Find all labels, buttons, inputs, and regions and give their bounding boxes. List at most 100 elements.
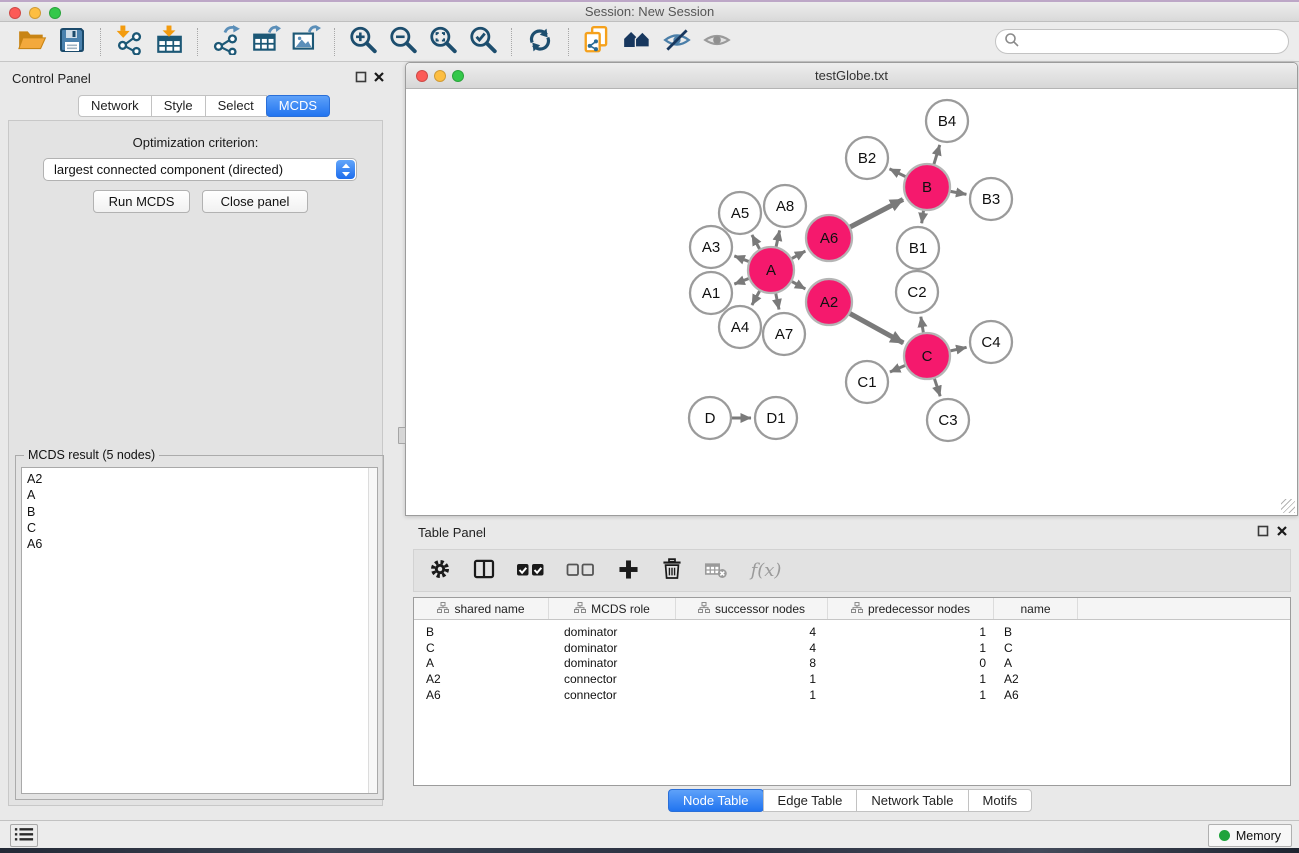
table-row[interactable]: Bdominator41B: [414, 625, 1290, 641]
tab-style[interactable]: Style: [151, 95, 206, 117]
table-cell[interactable]: 4: [676, 625, 828, 641]
show-all-button[interactable]: [697, 25, 737, 59]
column-header-successor-nodes[interactable]: successor nodes: [676, 598, 828, 619]
network-window-titlebar[interactable]: testGlobe.txt: [406, 63, 1297, 89]
memory-button[interactable]: Memory: [1208, 824, 1292, 847]
delete-table-button[interactable]: [702, 556, 730, 586]
graph-node-A3[interactable]: A3: [690, 226, 732, 268]
network-graph[interactable]: B4B2BB3A8A5A6A3B1AC2A1A2A4A7C4CC1DD1C3: [406, 89, 1297, 516]
search-input[interactable]: [1025, 32, 1288, 52]
graph-node-C4[interactable]: C4: [970, 321, 1012, 363]
table-cell[interactable]: 1: [828, 625, 994, 641]
graph-node-D1[interactable]: D1: [755, 397, 797, 439]
function-builder-button[interactable]: f(x): [746, 556, 786, 586]
graph-node-A7[interactable]: A7: [763, 313, 805, 355]
export-table-button[interactable]: [246, 25, 286, 59]
graph-node-B1[interactable]: B1: [897, 227, 939, 269]
export-network-button[interactable]: [206, 25, 246, 59]
table-cell[interactable]: 8: [676, 656, 828, 672]
table-cell[interactable]: C: [414, 641, 549, 657]
table-cell[interactable]: 1: [828, 688, 994, 704]
unselect-all-columns-button[interactable]: [564, 556, 598, 586]
table-cell[interactable]: A6: [994, 688, 1078, 704]
layout-home-button[interactable]: [617, 25, 657, 59]
table-cell[interactable]: dominator: [549, 656, 676, 672]
close-panel-icon[interactable]: [372, 70, 386, 84]
hide-selected-button[interactable]: [657, 25, 697, 59]
table-cell[interactable]: 0: [828, 656, 994, 672]
list-scrollbar-track[interactable]: [368, 468, 377, 793]
graph-node-C1[interactable]: C1: [846, 361, 888, 403]
graph-node-B[interactable]: B: [904, 164, 950, 210]
zoom-in-button[interactable]: [343, 25, 383, 59]
graph-node-B4[interactable]: B4: [926, 100, 968, 142]
tab-mcds[interactable]: MCDS: [266, 95, 330, 117]
column-header-shared-name[interactable]: shared name: [414, 598, 549, 619]
create-column-button[interactable]: [614, 556, 642, 586]
import-table-button[interactable]: [149, 25, 189, 59]
panel-list-button[interactable]: [10, 824, 38, 847]
refresh-button[interactable]: [520, 25, 560, 59]
table-row[interactable]: A2connector11A2: [414, 672, 1290, 688]
float-table-panel-icon[interactable]: [1256, 524, 1270, 538]
export-image-button[interactable]: [286, 25, 326, 59]
window-resize-grip[interactable]: [1281, 499, 1295, 513]
table-settings-button[interactable]: [426, 556, 454, 586]
tab-select[interactable]: Select: [205, 95, 267, 117]
duplicate-network-button[interactable]: [577, 25, 617, 59]
zoom-fit-button[interactable]: [423, 25, 463, 59]
table-cell[interactable]: connector: [549, 672, 676, 688]
mcds-result-item[interactable]: A6: [22, 536, 377, 552]
close-window-traffic-light[interactable]: [9, 7, 21, 19]
select-all-columns-button[interactable]: [514, 556, 548, 586]
column-header-name[interactable]: name: [994, 598, 1078, 619]
open-file-button[interactable]: [12, 25, 52, 59]
table-row[interactable]: Cdominator41C: [414, 641, 1290, 657]
mcds-result-item[interactable]: B: [22, 504, 377, 520]
table-cell[interactable]: A: [994, 656, 1078, 672]
table-cell[interactable]: connector: [549, 688, 676, 704]
mcds-result-item[interactable]: C: [22, 520, 377, 536]
save-session-button[interactable]: [52, 25, 92, 59]
table-cell[interactable]: A6: [414, 688, 549, 704]
zoom-out-button[interactable]: [383, 25, 423, 59]
import-network-button[interactable]: [109, 25, 149, 59]
delete-columns-button[interactable]: [658, 556, 686, 586]
run-mcds-button[interactable]: Run MCDS: [93, 190, 190, 213]
network-close-traffic-light[interactable]: [416, 70, 428, 82]
table-cell[interactable]: dominator: [549, 641, 676, 657]
table-cell[interactable]: 4: [676, 641, 828, 657]
criterion-dropdown[interactable]: largest connected component (directed): [43, 158, 357, 181]
table-cell[interactable]: 1: [828, 672, 994, 688]
graph-node-A6[interactable]: A6: [806, 215, 852, 261]
show-columns-button[interactable]: [470, 556, 498, 586]
table-cell[interactable]: A2: [994, 672, 1078, 688]
graph-node-D[interactable]: D: [689, 397, 731, 439]
zoom-window-traffic-light[interactable]: [49, 7, 61, 19]
graph-node-C2[interactable]: C2: [896, 271, 938, 313]
zoom-selected-button[interactable]: [463, 25, 503, 59]
graph-node-A8[interactable]: A8: [764, 185, 806, 227]
table-cell[interactable]: A: [414, 656, 549, 672]
table-cell[interactable]: dominator: [549, 625, 676, 641]
graph-node-A4[interactable]: A4: [719, 306, 761, 348]
graph-node-B2[interactable]: B2: [846, 137, 888, 179]
table-cell[interactable]: B: [414, 625, 549, 641]
column-header-predecessor-nodes[interactable]: predecessor nodes: [828, 598, 994, 619]
table-cell[interactable]: 1: [828, 641, 994, 657]
mcds-result-item[interactable]: A: [22, 487, 377, 503]
mcds-result-item[interactable]: A2: [22, 468, 377, 487]
tab-network-table[interactable]: Network Table: [856, 789, 968, 812]
close-table-panel-icon[interactable]: [1275, 524, 1289, 538]
panel-divider-handle[interactable]: [398, 427, 406, 444]
graph-node-A5[interactable]: A5: [719, 192, 761, 234]
network-minimize-traffic-light[interactable]: [434, 70, 446, 82]
table-cell[interactable]: B: [994, 625, 1078, 641]
tab-network[interactable]: Network: [78, 95, 152, 117]
tab-edge-table[interactable]: Edge Table: [763, 789, 858, 812]
network-canvas[interactable]: B4B2BB3A8A5A6A3B1AC2A1A2A4A7C4CC1DD1C3: [406, 89, 1297, 515]
table-row[interactable]: Adominator80A: [414, 656, 1290, 672]
graph-node-C3[interactable]: C3: [927, 399, 969, 441]
graph-node-A2[interactable]: A2: [806, 279, 852, 325]
graph-node-A1[interactable]: A1: [690, 272, 732, 314]
